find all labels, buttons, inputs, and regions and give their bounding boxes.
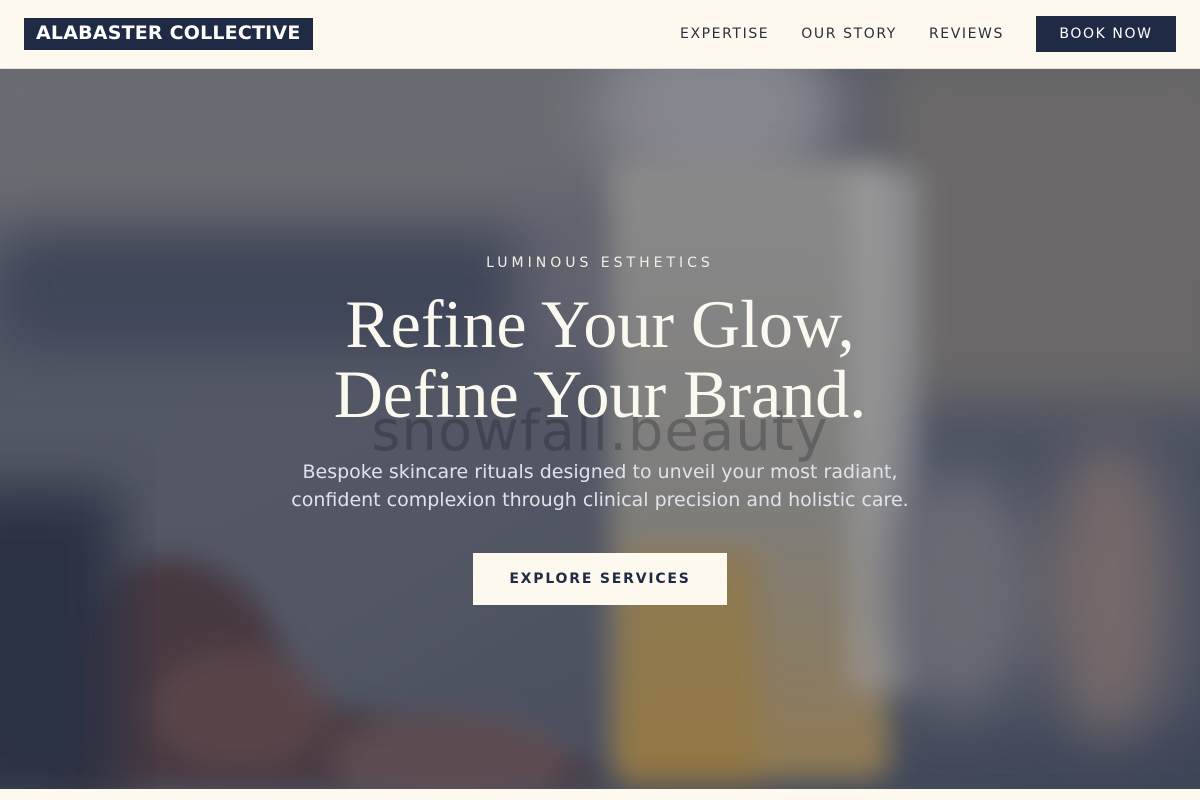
brand-logo[interactable]: ALABASTER COLLECTIVE — [24, 18, 313, 50]
hero-section: snowfall.beauty LUMINOUS ESTHETICS Refin… — [0, 69, 1200, 789]
hero-content: LUMINOUS ESTHETICS Refine Your Glow, Def… — [0, 69, 1200, 789]
explore-services-button[interactable]: EXPLORE SERVICES — [473, 553, 727, 605]
hero-headline-line-2: Define Your Brand. — [333, 356, 867, 432]
book-now-button[interactable]: BOOK NOW — [1036, 16, 1176, 52]
nav-link-reviews[interactable]: REVIEWS — [929, 26, 1004, 42]
hero-subcopy-line-2: confident complexion through clinical pr… — [291, 489, 909, 511]
nav-link-our-story[interactable]: OUR STORY — [801, 26, 897, 42]
main-nav: EXPERTISE OUR STORY REVIEWS BOOK NOW — [680, 16, 1176, 52]
hero-eyebrow: LUMINOUS ESTHETICS — [486, 255, 714, 271]
hero-subcopy-line-1: Bespoke skincare rituals designed to unv… — [302, 461, 898, 483]
site-header: ALABASTER COLLECTIVE EXPERTISE OUR STORY… — [0, 0, 1200, 69]
hero-subcopy: Bespoke skincare rituals designed to unv… — [0, 458, 1200, 514]
hero-headline: Refine Your Glow, Define Your Brand. — [0, 289, 1200, 429]
hero-headline-line-1: Refine Your Glow, — [345, 286, 855, 362]
page-bottom-strip — [0, 789, 1200, 800]
nav-link-expertise[interactable]: EXPERTISE — [680, 26, 769, 42]
